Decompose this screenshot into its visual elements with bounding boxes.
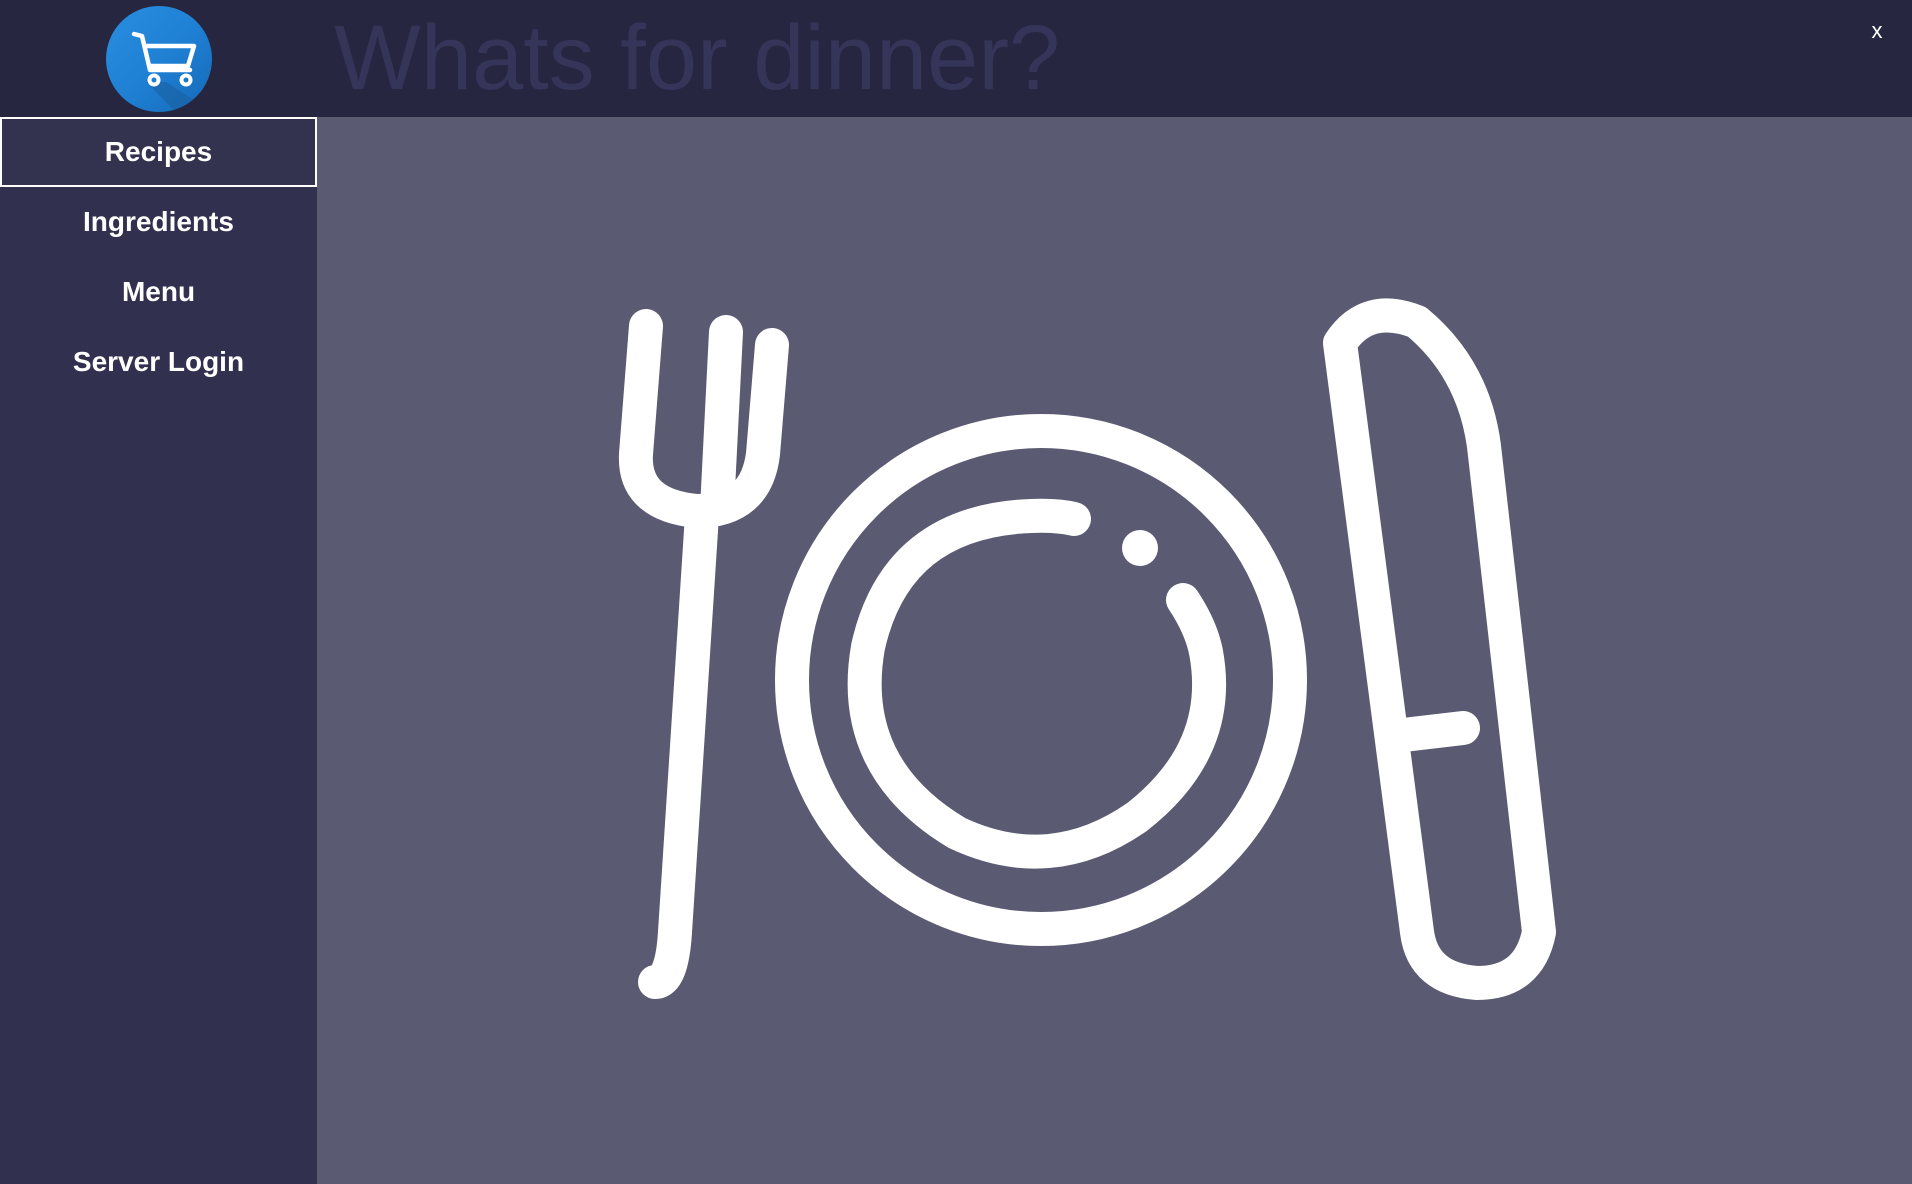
title-bar: Whats for dinner? x (0, 0, 1912, 117)
sidebar-item-ingredients[interactable]: Ingredients (0, 187, 317, 257)
plate-inner-arc (847, 498, 1226, 869)
fork-icon (618, 309, 789, 999)
main-content (317, 117, 1912, 1184)
plate-fork-knife-icon (618, 298, 1556, 1000)
sidebar-item-recipes[interactable]: Recipes (0, 117, 317, 187)
plate-shine-dot (1122, 530, 1158, 566)
app-window: Whats for dinner? x Recipes Ingredients … (0, 0, 1912, 1184)
sidebar-item-server-login[interactable]: Server Login (0, 327, 317, 397)
app-title: Whats for dinner? (334, 7, 1061, 109)
knife-icon (1323, 298, 1556, 1000)
sidebar-item-menu[interactable]: Menu (0, 257, 317, 327)
close-button[interactable]: x (1862, 14, 1892, 48)
sidebar: Recipes Ingredients Menu Server Login (0, 117, 317, 1184)
shopping-cart-icon (106, 6, 212, 112)
